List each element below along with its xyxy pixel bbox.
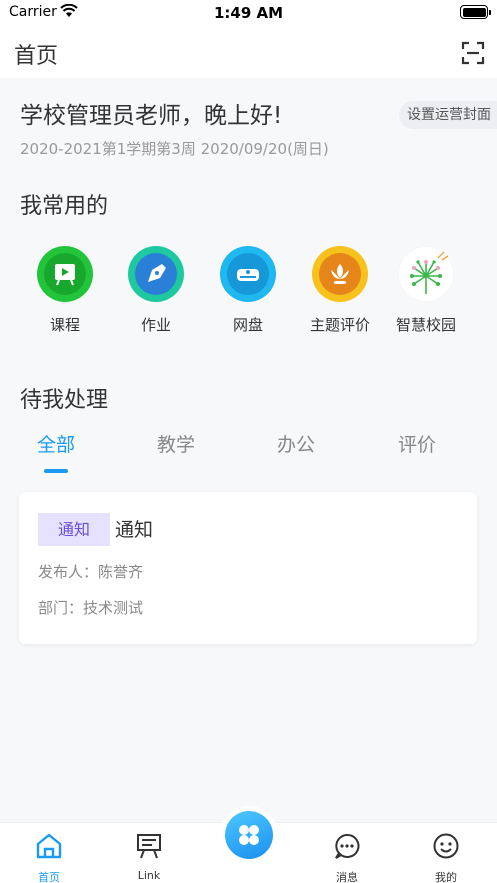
set-cover-button[interactable]: 设置运营封面 xyxy=(399,101,497,129)
apps-grid-icon xyxy=(225,811,273,859)
app-label: 网盘 xyxy=(232,316,263,334)
profile-icon xyxy=(433,833,459,859)
tabbar-link[interactable]: Link xyxy=(119,831,179,882)
nav-bar: 首页 xyxy=(0,26,497,78)
app-smart-campus[interactable]: 智慧校园 xyxy=(381,246,471,335)
app-label: 课程 xyxy=(49,316,80,334)
tab-evaluation[interactable]: 评价 xyxy=(357,430,477,457)
homework-icon xyxy=(128,246,184,302)
tabbar-label: 首页 xyxy=(38,871,60,883)
tab-office[interactable]: 办公 xyxy=(236,430,356,457)
tabbar-label: 我的 xyxy=(435,871,457,883)
message-icon xyxy=(335,833,360,859)
home-icon xyxy=(36,833,62,859)
battery-icon xyxy=(460,5,491,19)
app-label: 主题评价 xyxy=(309,316,370,334)
card-department: 部门：技术测试 xyxy=(38,599,144,617)
app-homework[interactable]: 作业 xyxy=(111,246,201,335)
frequent-section-title: 我常用的 xyxy=(20,194,109,219)
tabbar-message[interactable]: 消息 xyxy=(317,831,377,883)
todo-card[interactable]: 通知 通知 发布人：陈誉齐 部门：技术测试 xyxy=(19,492,477,644)
tab-all[interactable]: 全部 xyxy=(0,430,116,457)
app-cloud-drive[interactable]: 网盘 xyxy=(203,246,293,335)
tabbar-profile[interactable]: 我的 xyxy=(416,831,476,883)
tabbar-label: Link xyxy=(137,869,161,882)
todo-section-title: 待我处理 xyxy=(20,388,109,413)
app-label: 作业 xyxy=(140,316,171,334)
link-board-icon xyxy=(137,834,161,859)
notice-badge: 通知 xyxy=(38,513,110,546)
app-label: 智慧校园 xyxy=(395,316,456,334)
status-time: 1:49 AM xyxy=(213,4,284,22)
tabbar-label: 消息 xyxy=(336,871,358,883)
greeting-text: 学校管理员老师，晚上好! xyxy=(20,103,283,129)
tabbar-home[interactable]: 首页 xyxy=(19,831,79,883)
tab-teaching[interactable]: 教学 xyxy=(116,430,236,457)
center-apps-button[interactable] xyxy=(220,806,278,864)
active-tab-indicator xyxy=(44,469,68,473)
card-publisher: 发布人：陈誉齐 xyxy=(38,563,144,581)
theme-evaluation-icon xyxy=(312,246,368,302)
status-bar: Carrier 1:49 AM xyxy=(0,0,497,26)
term-info: 2020-2021第1学期第3周 2020/09/20(周日) xyxy=(20,140,329,158)
card-title: 通知 xyxy=(115,519,154,541)
smart-campus-icon xyxy=(398,246,454,302)
page-title: 首页 xyxy=(14,44,59,69)
course-icon xyxy=(37,246,93,302)
todo-tabs: 全部 教学 办公 评价 xyxy=(0,430,497,476)
scan-icon[interactable] xyxy=(461,41,485,65)
app-theme-evaluation[interactable]: 主题评价 xyxy=(295,246,385,335)
cloud-drive-icon xyxy=(220,246,276,302)
frequent-apps: 课程 作业 网盘 主题评价 智慧校园 xyxy=(0,246,497,336)
app-course[interactable]: 课程 xyxy=(20,246,110,335)
